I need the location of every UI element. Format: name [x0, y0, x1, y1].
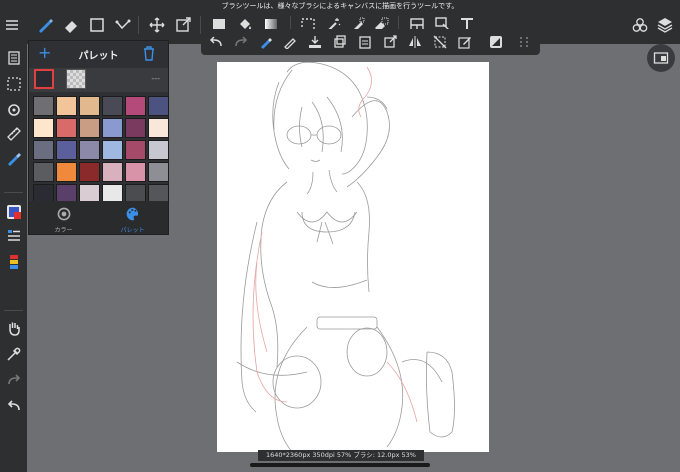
palette-icon	[126, 207, 138, 221]
current-color-swatch[interactable]	[34, 69, 54, 89]
tab-palette-label: パレット	[120, 227, 145, 234]
palette-header: + パレット	[29, 41, 168, 67]
copy-icon[interactable]	[331, 33, 349, 51]
canvas-command-bar	[201, 29, 540, 55]
palette-grid	[33, 96, 169, 204]
shape-tool-icon[interactable]	[84, 12, 110, 38]
undo-icon[interactable]	[0, 394, 27, 418]
home-indicator	[250, 463, 430, 467]
eraser-tool-icon[interactable]	[58, 12, 84, 38]
move-tool-icon[interactable]	[144, 12, 170, 38]
more-options-icon[interactable]	[515, 33, 533, 51]
pages-icon[interactable]	[0, 46, 27, 70]
palette-color-swatch[interactable]	[33, 140, 54, 160]
navigator-button[interactable]	[647, 44, 675, 72]
palette-color-swatch[interactable]	[79, 162, 100, 182]
pen-icon[interactable]	[281, 33, 299, 51]
eyedropper-icon[interactable]	[0, 342, 27, 366]
transform-icon[interactable]	[381, 33, 399, 51]
palette-color-swatch[interactable]	[56, 162, 77, 182]
current-color-row: ---	[29, 68, 168, 92]
palette-color-swatch[interactable]	[33, 118, 54, 138]
tab-color[interactable]: カラー	[29, 203, 98, 234]
panel-tabs: カラー パレット	[29, 201, 168, 234]
palette-color-swatch[interactable]	[148, 118, 169, 138]
tone-icon[interactable]	[487, 33, 505, 51]
transform-tool-icon[interactable]	[170, 12, 196, 38]
palette-panel: + パレット --- カラー パレット	[28, 40, 169, 235]
palette-color-swatch[interactable]	[148, 140, 169, 160]
navigator-icon	[653, 52, 669, 64]
palette-more[interactable]: ---	[151, 74, 160, 83]
palette-color-swatch[interactable]	[33, 96, 54, 116]
palette-color-swatch[interactable]	[102, 96, 123, 116]
redo-icon[interactable]	[0, 368, 27, 392]
palette-color-swatch[interactable]	[125, 140, 146, 160]
paste-icon[interactable]	[356, 33, 374, 51]
menu-icon[interactable]	[0, 12, 24, 38]
palette-color-swatch[interactable]	[148, 162, 169, 182]
palette-color-swatch[interactable]	[79, 140, 100, 160]
tab-color-label: カラー	[54, 227, 73, 234]
brush-tool-icon[interactable]	[32, 12, 58, 38]
color-circle-icon	[57, 207, 70, 221]
drawing-canvas[interactable]	[217, 62, 489, 452]
flip-icon[interactable]	[406, 33, 424, 51]
undo-icon[interactable]	[207, 33, 225, 51]
layers-icon[interactable]	[652, 12, 678, 38]
palette-color-swatch[interactable]	[102, 118, 123, 138]
transparent-swatch[interactable]	[66, 69, 86, 89]
palette-color-swatch[interactable]	[102, 162, 123, 182]
edit-selection-icon[interactable]	[456, 33, 474, 51]
palette-color-swatch[interactable]	[148, 96, 169, 116]
color-swatch-icon[interactable]	[0, 200, 27, 224]
trash-icon[interactable]	[142, 45, 156, 61]
selection-icon[interactable]	[0, 72, 27, 96]
tool-hint: ブラシツールは、様々なブラシによるキャンバスに描画を行うツールです。	[221, 2, 459, 10]
hand-icon[interactable]	[0, 316, 27, 340]
redo-icon[interactable]	[232, 33, 250, 51]
palette-color-swatch[interactable]	[56, 96, 77, 116]
deselect-icon[interactable]	[431, 33, 449, 51]
palette-history-icon[interactable]	[0, 250, 27, 274]
clear-icon[interactable]	[257, 33, 275, 51]
palette-color-swatch[interactable]	[33, 162, 54, 182]
line-art-illustration	[236, 62, 455, 452]
palette-color-swatch[interactable]	[79, 118, 100, 138]
palette-color-swatch[interactable]	[125, 118, 146, 138]
palette-color-swatch[interactable]	[56, 118, 77, 138]
ruler-icon[interactable]	[0, 122, 27, 146]
pen-pressure-icon[interactable]	[0, 146, 27, 170]
palette-color-swatch[interactable]	[125, 96, 146, 116]
tab-palette[interactable]: パレット	[98, 203, 167, 234]
palette-color-swatch[interactable]	[56, 140, 77, 160]
rotate-icon[interactable]	[0, 98, 27, 122]
curve-tool-icon[interactable]	[110, 12, 136, 38]
layer-list-icon[interactable]	[0, 224, 27, 248]
canvas-status: 1640*2360px 350dpi 57% ブラシ: 12.0px 53%	[258, 450, 424, 461]
palette-color-swatch[interactable]	[102, 140, 123, 160]
materials-icon[interactable]	[627, 12, 653, 38]
left-sidebar	[0, 44, 27, 472]
palette-color-swatch[interactable]	[79, 96, 100, 116]
palette-color-swatch[interactable]	[125, 162, 146, 182]
fill-icon[interactable]	[306, 33, 324, 51]
